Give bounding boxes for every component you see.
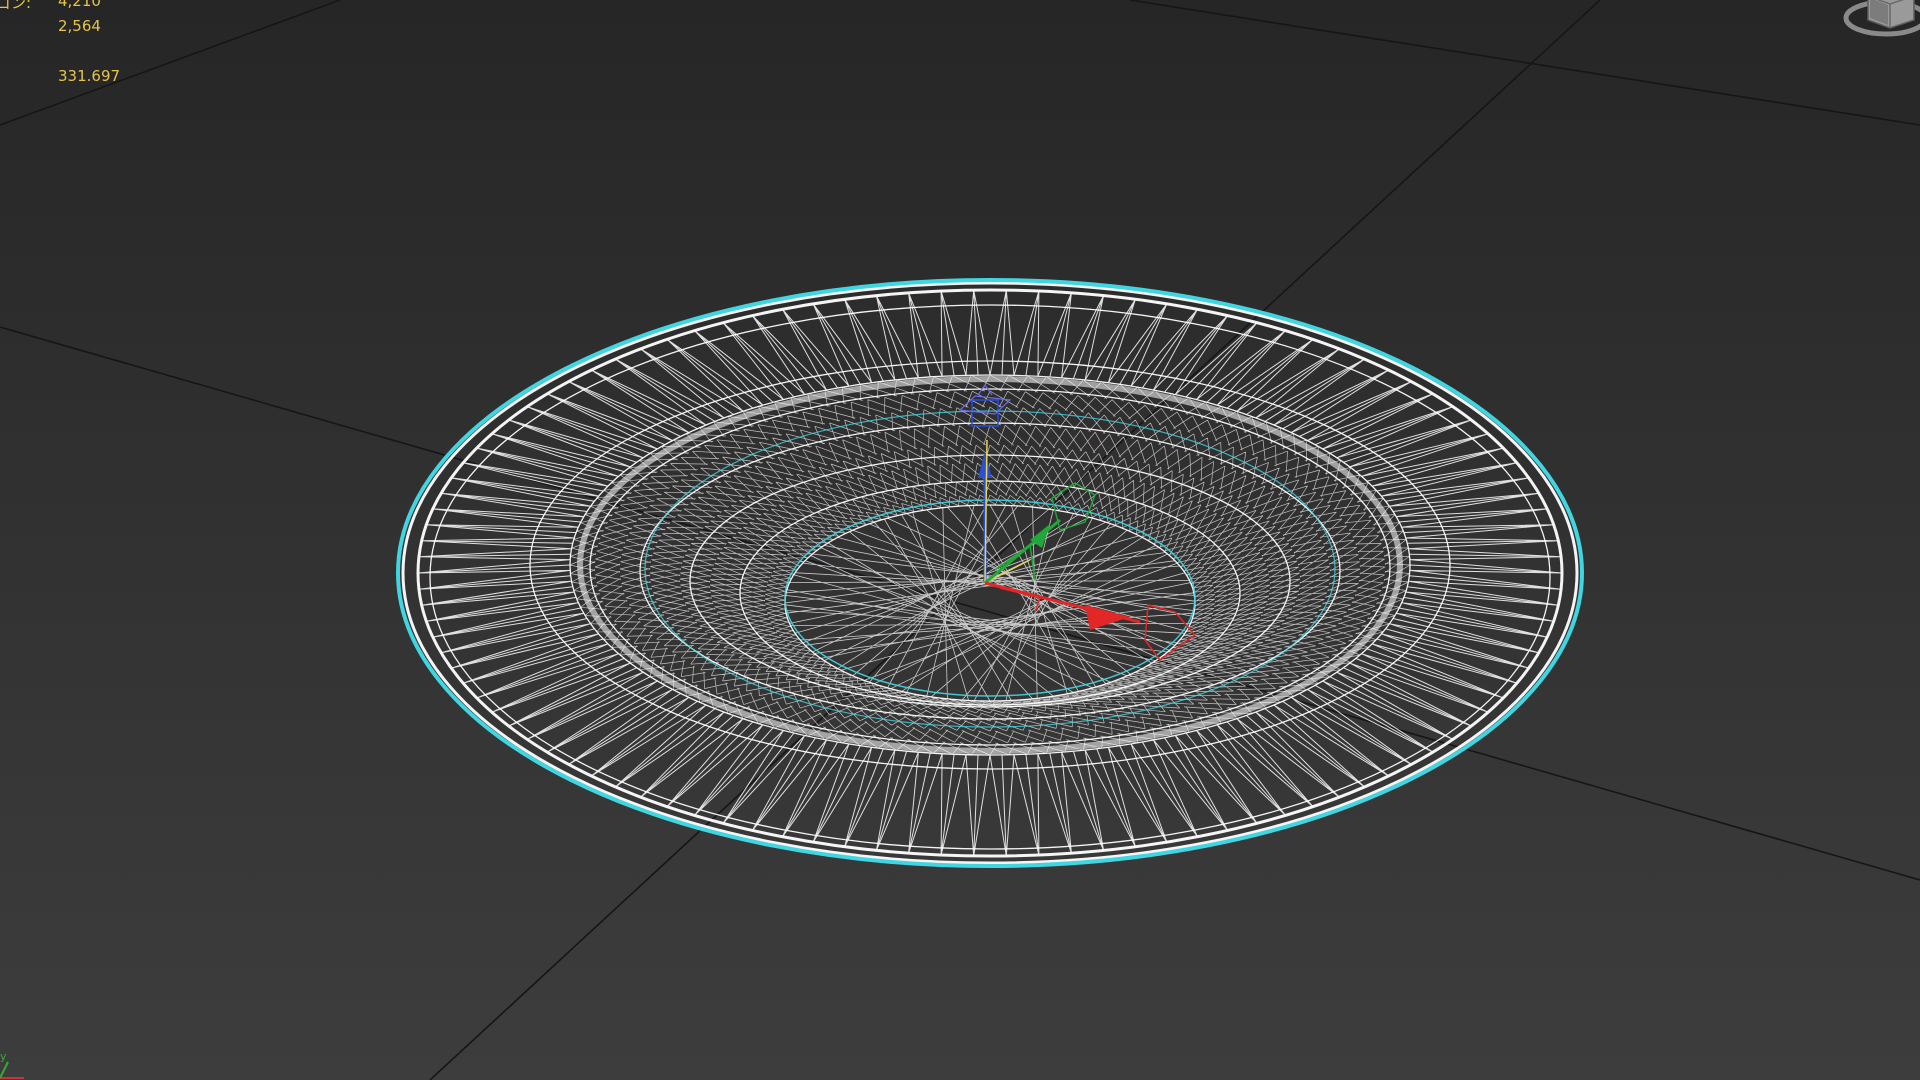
stats-polygons-value: 4,210	[58, 0, 101, 10]
stats-vertices-value: 2,564	[58, 17, 101, 35]
viewcube-icon[interactable]	[1834, 0, 1920, 52]
stats-overlay: ゴン: 4,210 : 2,564 331.697	[0, 0, 200, 100]
3d-viewport[interactable]: ゴン: 4,210 : 2,564 331.697 y	[0, 0, 1920, 1080]
world-axis-tripod-icon: y	[0, 1050, 24, 1079]
stats-fps-value: 331.697	[58, 67, 121, 85]
stats-vertices-label: :	[0, 17, 1, 35]
viewport-background	[0, 0, 1920, 1080]
viewport-scene[interactable]	[0, 0, 1920, 1080]
svg-text:y: y	[0, 1050, 7, 1063]
stats-polygons-label: ゴン:	[0, 0, 32, 12]
